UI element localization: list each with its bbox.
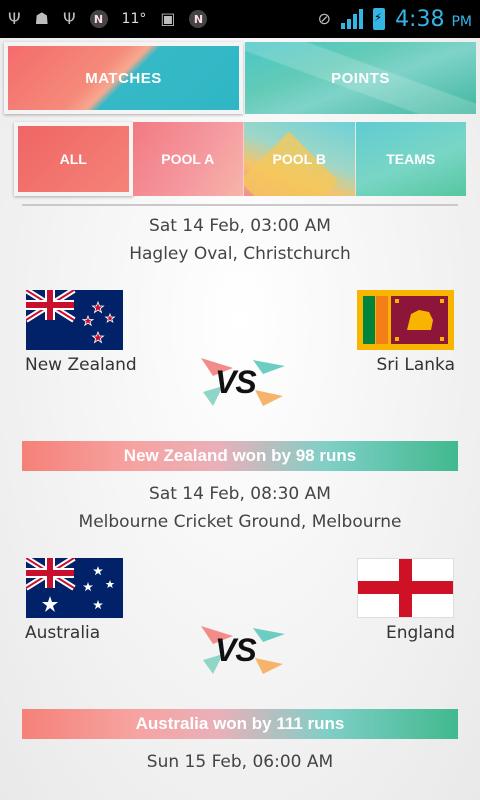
team1-name: Australia	[25, 623, 101, 643]
notification-n-icon: N	[89, 10, 108, 28]
usb-icon: Ψ	[62, 9, 76, 28]
status-bar: Ψ ☗ Ψ N 11° ▣ N ⊘ 4:38 PM	[0, 0, 480, 38]
vs-badge: VS	[193, 352, 293, 412]
tab-points[interactable]: POINTS	[245, 42, 476, 114]
notification-n-icon: N	[189, 10, 208, 28]
tab-matches[interactable]: MATCHES	[4, 42, 243, 114]
tab-pool-a[interactable]: POOL A	[132, 122, 244, 196]
england-flag	[357, 558, 454, 618]
tab-teams[interactable]: TEAMS	[355, 122, 466, 196]
tab-all[interactable]: ALL	[14, 122, 133, 196]
filter-tabs: ALL POOL A POOL B TEAMS	[14, 122, 466, 196]
usb-icon: Ψ	[8, 9, 21, 28]
mute-icon: ⊘	[317, 9, 332, 28]
match-venue: Hagley Oval, Christchurch	[129, 244, 351, 264]
battery-charging-icon	[373, 8, 386, 30]
match-venue: Melbourne Cricket Ground, Melbourne	[78, 512, 402, 532]
match-datetime: Sat 14 Feb, 08:30 AM	[149, 484, 331, 504]
divider	[22, 204, 458, 206]
vs-badge: VS	[193, 620, 293, 680]
match-datetime: Sun 15 Feb, 06:00 AM	[146, 752, 334, 772]
temperature: 11°	[121, 11, 147, 27]
image-icon: ▣	[160, 9, 176, 28]
clock: 4:38 PM	[395, 6, 472, 32]
sri-lanka-flag	[357, 290, 454, 350]
australia-flag	[26, 558, 123, 618]
signal-icon	[341, 9, 364, 29]
team2-name: England	[385, 623, 455, 643]
team2-name: Sri Lanka	[376, 355, 455, 375]
match-datetime: Sat 14 Feb, 03:00 AM	[149, 216, 331, 236]
tab-pool-b[interactable]: POOL B	[244, 122, 356, 196]
new-zealand-flag	[26, 290, 123, 350]
main-tabs: MATCHES POINTS	[4, 42, 476, 114]
match-result: Australia won by 111 runs	[22, 709, 458, 739]
match-result: New Zealand won by 98 runs	[22, 441, 458, 471]
android-debug-icon: ☗	[34, 9, 49, 28]
team1-name: New Zealand	[25, 355, 137, 375]
